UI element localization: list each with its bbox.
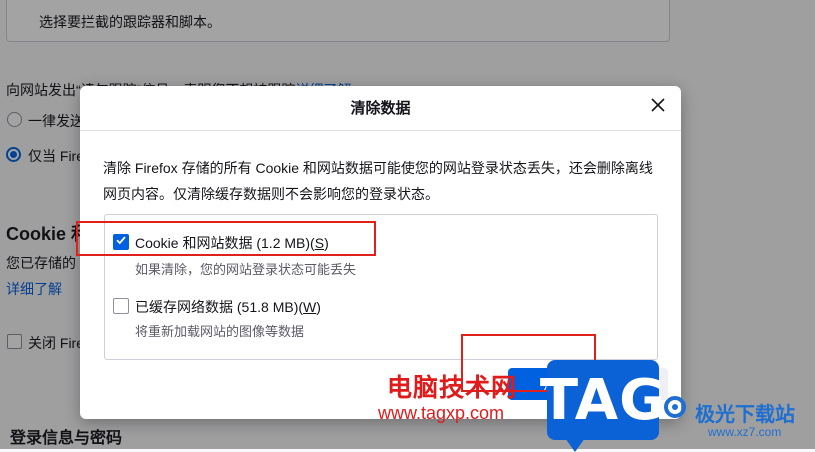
watermark-site-url: www.xz7.com (708, 425, 782, 439)
cache-accesskey: W (303, 299, 317, 315)
watermark-cn-text: 电脑技术网 (387, 374, 518, 402)
dialog-divider (80, 130, 681, 131)
cache-label-text: 已缓存网络数据 (51.8 MB) (135, 299, 299, 315)
watermark-tag-logo: TAG (540, 360, 665, 452)
dialog-title: 清除数据 (350, 100, 411, 117)
cache-checkbox[interactable] (113, 298, 129, 314)
cache-option-label[interactable]: 已缓存网络数据 (51.8 MB)(W) (135, 297, 321, 317)
cookies-option-description: 如果清除，您的网站登录状态可能丢失 (135, 262, 357, 277)
watermark-url: www.tagxp.com (378, 403, 505, 423)
watermark-site-name: 极光下载站 (695, 404, 795, 426)
cache-option-description: 将重新加载网站的图像等数据 (135, 324, 305, 339)
close-icon (651, 97, 665, 117)
close-button[interactable] (647, 96, 669, 118)
dialog-message: 清除 Firefox 存储的所有 Cookie 和网站数据可能使您的网站登录状态… (103, 160, 653, 202)
cookie-option-highlight (76, 221, 376, 256)
watermark-gear-icon (660, 392, 690, 427)
